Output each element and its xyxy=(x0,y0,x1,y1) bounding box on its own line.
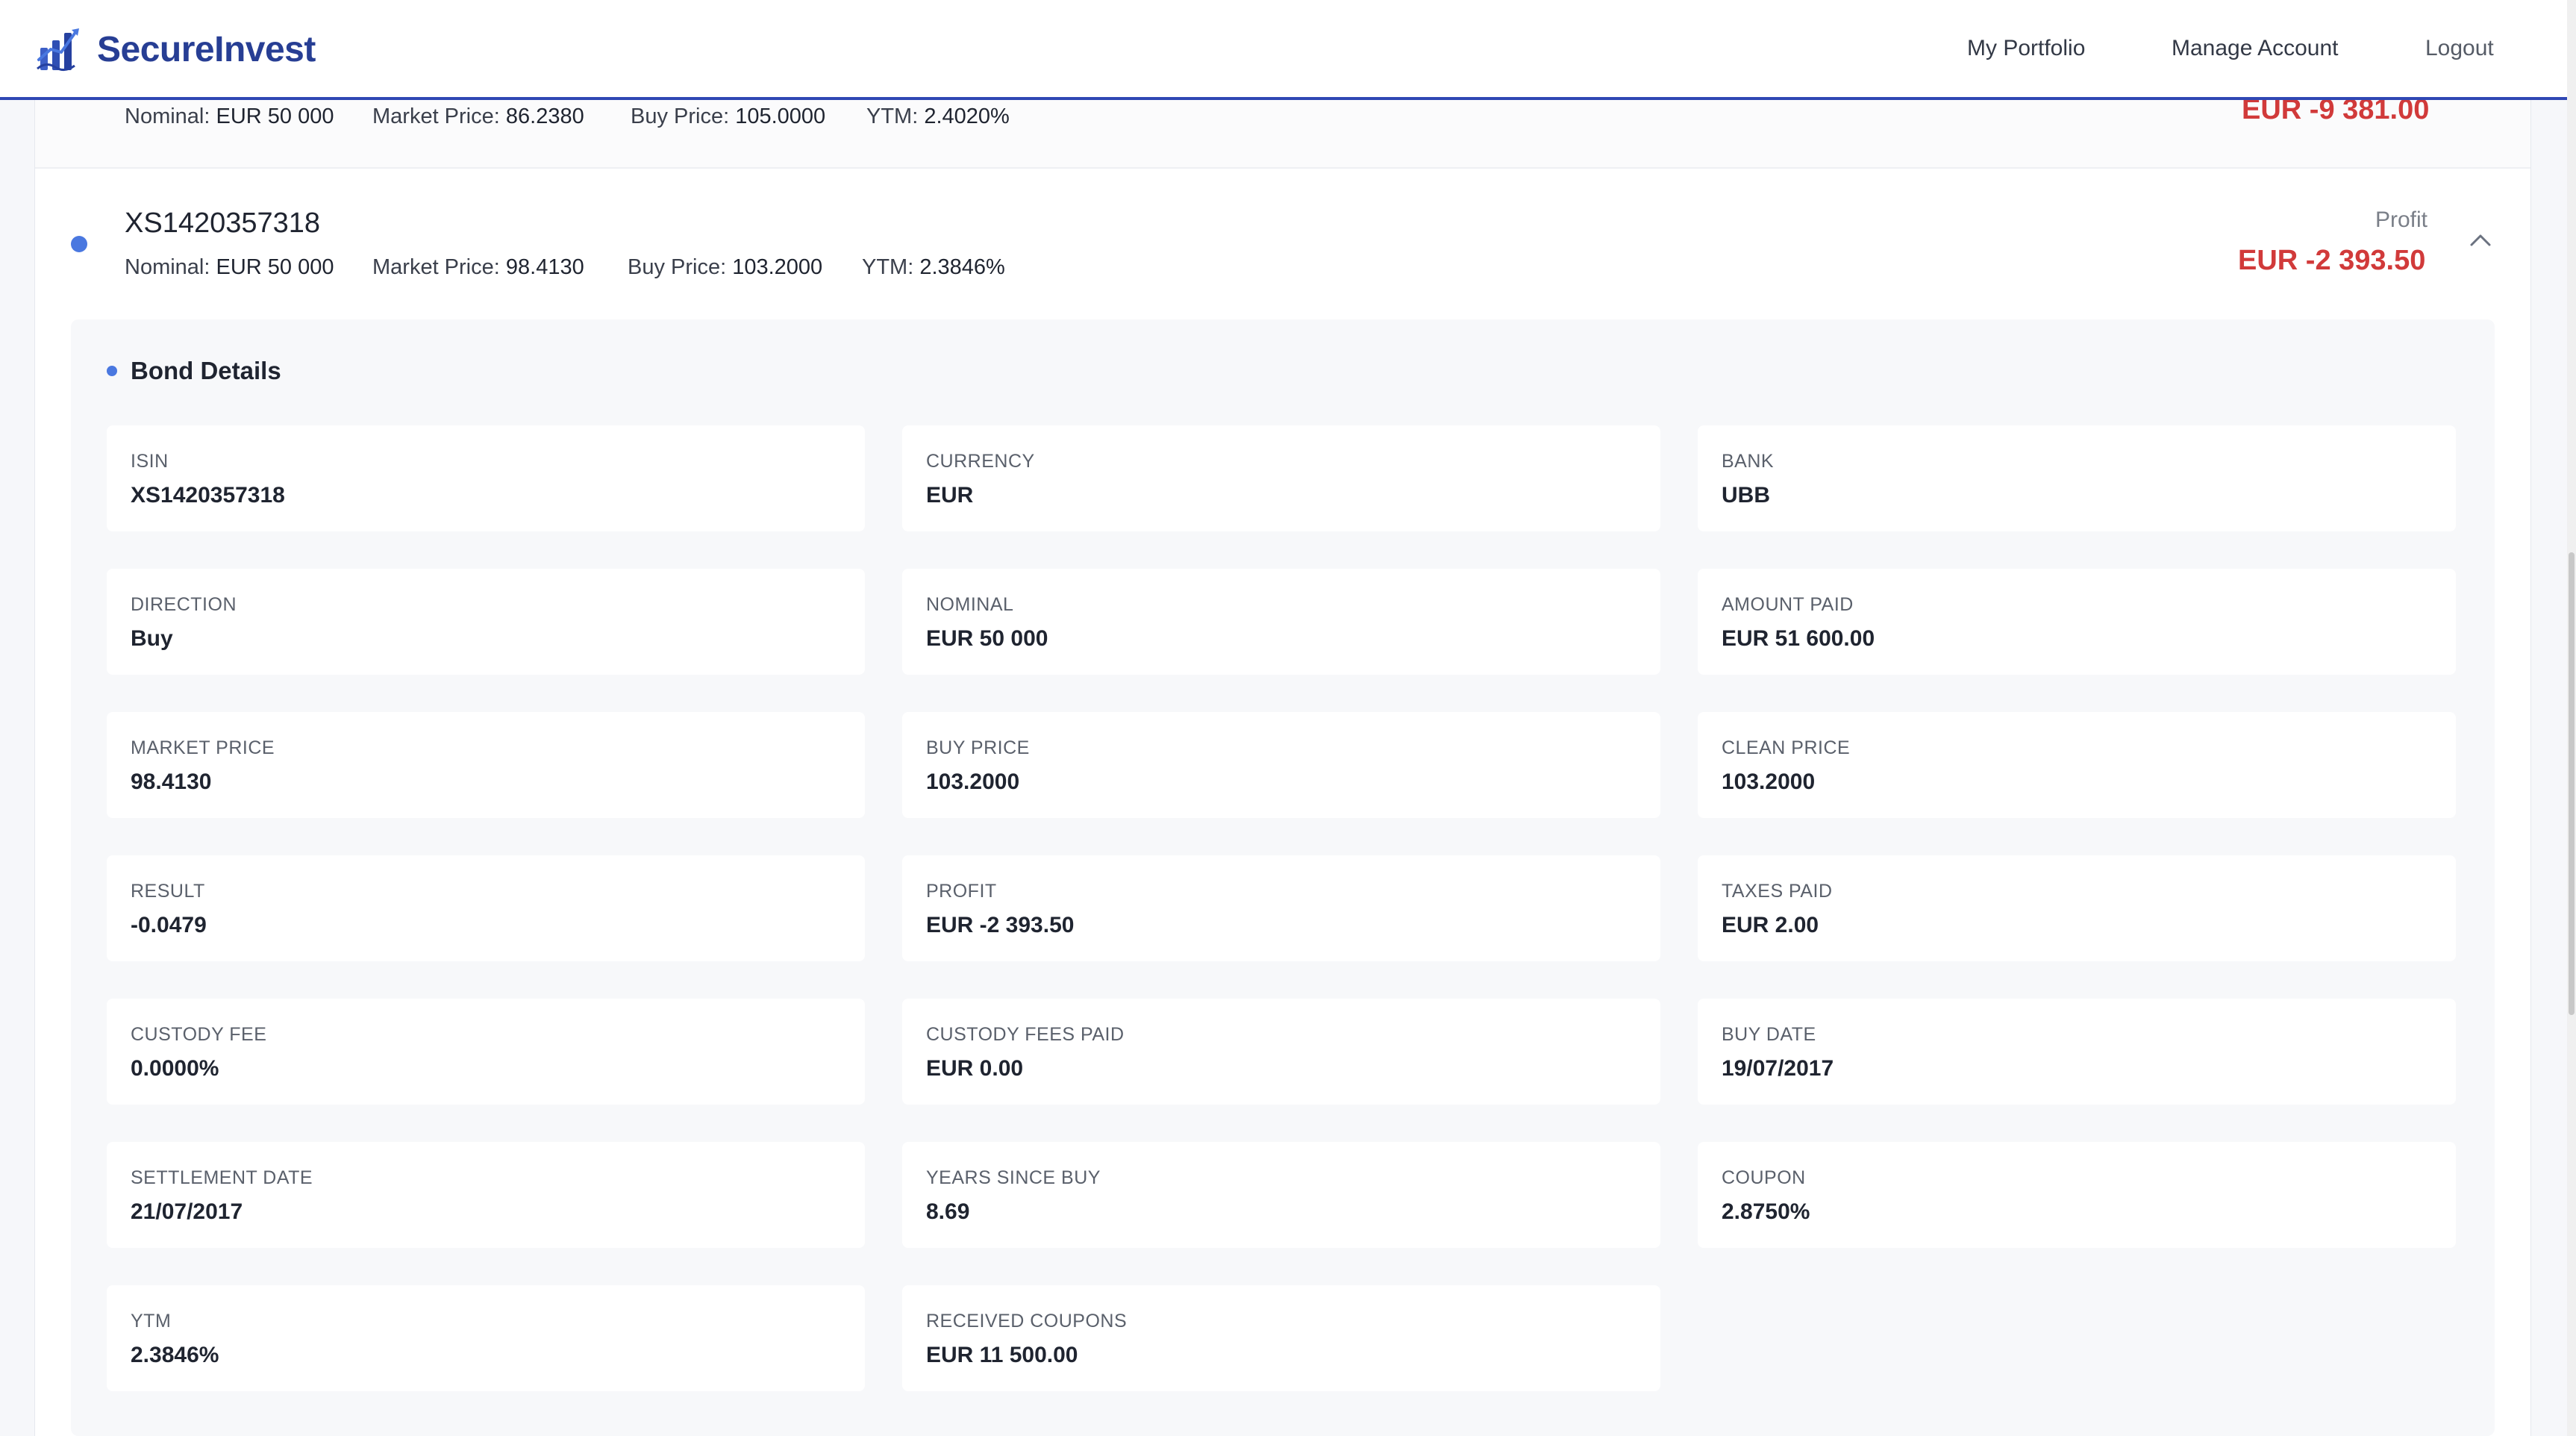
nav-my-portfolio[interactable]: My Portfolio xyxy=(1967,36,2085,61)
chevron-up-icon[interactable] xyxy=(2469,231,2492,248)
field-value: EUR 50 000 xyxy=(926,626,1048,651)
field-value: EUR xyxy=(926,483,974,508)
field-years-since-buy: YEARS SINCE BUY 8.69 xyxy=(902,1142,1660,1248)
field-value: EUR 11 500.00 xyxy=(926,1343,1078,1367)
field-value: 8.69 xyxy=(926,1199,970,1224)
bond-buy-price: Buy Price: 103.2000 xyxy=(628,255,823,279)
previous-ytm: YTM: 2.4020% xyxy=(866,104,1010,128)
field-label: BUY PRICE xyxy=(926,737,1030,758)
brand-name: SecureInvest xyxy=(97,29,316,69)
field-profit: PROFIT EUR -2 393.50 xyxy=(902,855,1660,961)
logo[interactable]: SecureInvest xyxy=(36,22,316,76)
field-label: DIRECTION xyxy=(131,594,237,615)
bond-nominal: Nominal: EUR 50 000 xyxy=(125,255,334,279)
field-buy-date: BUY DATE 19/07/2017 xyxy=(1698,999,2456,1105)
field-label: NOMINAL xyxy=(926,594,1014,615)
field-settlement-date: SETTLEMENT DATE 21/07/2017 xyxy=(107,1142,865,1248)
previous-buy-price: Buy Price: 105.0000 xyxy=(631,104,826,128)
previous-market-price: Market Price: 86.2380 xyxy=(372,104,584,128)
chart-logo-icon xyxy=(37,28,79,71)
field-label: BUY DATE xyxy=(1722,1024,1816,1045)
field-label: RESULT xyxy=(131,881,205,902)
bond-list-card: Nominal: EUR 50 000 Market Price: 86.238… xyxy=(34,0,2531,1436)
field-label: TAXES PAID xyxy=(1722,881,1833,902)
profit-value: EUR -2 393.50 xyxy=(2238,245,2426,276)
field-value: 2.3846% xyxy=(131,1343,219,1367)
field-label: YEARS SINCE BUY xyxy=(926,1167,1101,1188)
field-value: EUR -2 393.50 xyxy=(926,913,1075,937)
field-taxes-paid: TAXES PAID EUR 2.00 xyxy=(1698,855,2456,961)
nav-manage-account[interactable]: Manage Account xyxy=(2172,36,2339,61)
field-value: 98.4130 xyxy=(131,769,212,794)
field-coupon: COUPON 2.8750% xyxy=(1698,1142,2456,1248)
field-label: CUSTODY FEES PAID xyxy=(926,1024,1125,1045)
field-label: RECEIVED COUPONS xyxy=(926,1311,1128,1332)
field-label: COUPON xyxy=(1722,1167,1806,1188)
field-received-coupons: RECEIVED COUPONS EUR 11 500.00 xyxy=(902,1285,1660,1391)
field-clean-price: CLEAN PRICE 103.2000 xyxy=(1698,712,2456,818)
field-isin: ISIN XS1420357318 xyxy=(107,425,865,531)
field-value: Buy xyxy=(131,626,173,651)
field-value: XS1420357318 xyxy=(131,483,285,508)
field-value: EUR 0.00 xyxy=(926,1056,1024,1081)
field-bank: BANK UBB xyxy=(1698,425,2456,531)
field-buy-price: BUY PRICE 103.2000 xyxy=(902,712,1660,818)
previous-nominal: Nominal: EUR 50 000 xyxy=(125,104,334,128)
field-market-price: MARKET PRICE 98.4130 xyxy=(107,712,865,818)
bond-status-dot xyxy=(71,236,87,252)
field-value: 2.8750% xyxy=(1722,1199,1810,1224)
field-currency: CURRENCY EUR xyxy=(902,425,1660,531)
field-label: CLEAN PRICE xyxy=(1722,737,1851,758)
nav-logout[interactable]: Logout xyxy=(2425,36,2494,61)
details-bullet-dot xyxy=(107,366,117,376)
bond-isin-title: XS1420357318 xyxy=(125,207,321,239)
field-label: AMOUNT PAID xyxy=(1722,594,1854,615)
field-label: YTM xyxy=(131,1311,172,1332)
field-value: 19/07/2017 xyxy=(1722,1056,1834,1081)
field-label: CUSTODY FEE xyxy=(131,1024,267,1045)
field-label: CURRENCY xyxy=(926,451,1035,472)
bond-market-price: Market Price: 98.4130 xyxy=(372,255,584,279)
scrollbar-thumb[interactable] xyxy=(2569,552,2575,1015)
field-nominal: NOMINAL EUR 50 000 xyxy=(902,569,1660,675)
field-label: BANK xyxy=(1722,451,1775,472)
field-custody-fees-paid: CUSTODY FEES PAID EUR 0.00 xyxy=(902,999,1660,1105)
top-header: SecureInvest My Portfolio Manage Account… xyxy=(0,0,2567,100)
field-label: PROFIT xyxy=(926,881,997,902)
profit-label: Profit xyxy=(2375,207,2428,232)
bond-details-panel: Bond Details ISIN XS1420357318 CURRENCY … xyxy=(71,319,2495,1436)
field-value: -0.0479 xyxy=(131,913,207,937)
field-amount-paid: AMOUNT PAID EUR 51 600.00 xyxy=(1698,569,2456,675)
field-result: RESULT -0.0479 xyxy=(107,855,865,961)
field-direction: DIRECTION Buy xyxy=(107,569,865,675)
field-custody-fee: CUSTODY FEE 0.0000% xyxy=(107,999,865,1105)
field-value: EUR 2.00 xyxy=(1722,913,1819,937)
bond-details-title: Bond Details xyxy=(131,357,281,384)
page: Nominal: EUR 50 000 Market Price: 86.238… xyxy=(0,0,2576,1436)
field-value: 0.0000% xyxy=(131,1056,219,1081)
field-value: UBB xyxy=(1722,483,1770,508)
field-ytm: YTM 2.3846% xyxy=(107,1285,865,1391)
field-value: 103.2000 xyxy=(1722,769,1816,794)
field-value: 103.2000 xyxy=(926,769,1020,794)
bond-ytm: YTM: 2.3846% xyxy=(862,255,1005,279)
field-value: EUR 51 600.00 xyxy=(1722,626,1875,651)
field-label: SETTLEMENT DATE xyxy=(131,1167,313,1188)
field-value: 21/07/2017 xyxy=(131,1199,243,1224)
field-label: ISIN xyxy=(131,451,169,472)
field-label: MARKET PRICE xyxy=(131,737,275,758)
